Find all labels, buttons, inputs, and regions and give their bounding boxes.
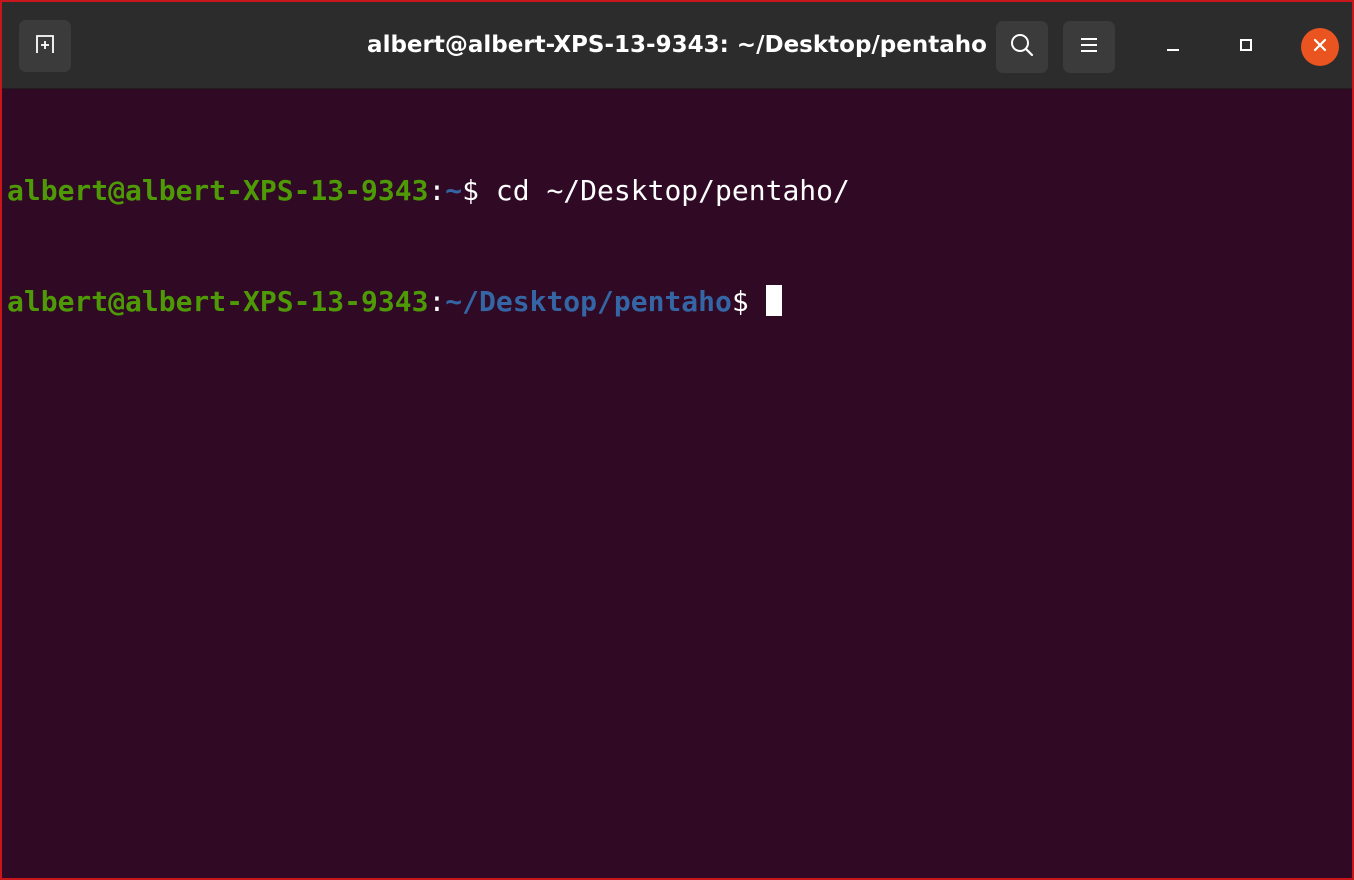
prompt-path: ~	[445, 174, 463, 207]
prompt-user-host: albert@albert-XPS-13-9343	[7, 174, 429, 207]
text-cursor	[765, 285, 782, 316]
new-tab-icon	[33, 32, 57, 61]
prompt-path: ~/Desktop/pentaho	[445, 285, 732, 318]
terminal-line: albert@albert-XPS-13-9343:~$ cd ~/Deskto…	[7, 172, 1347, 209]
maximize-button[interactable]	[1227, 28, 1265, 66]
title-bar[interactable]: albert@albert-XPS-13-9343: ~/Desktop/pen…	[2, 2, 1352, 89]
prompt-user-host: albert@albert-XPS-13-9343	[7, 285, 429, 318]
maximize-icon	[1238, 37, 1254, 58]
command-text	[749, 285, 766, 318]
command-text: cd ~/Desktop/pentaho/	[479, 174, 850, 207]
terminal-line: albert@albert-XPS-13-9343:~/Desktop/pent…	[7, 283, 1347, 320]
prompt-separator: :	[428, 174, 446, 207]
window-title: albert@albert-XPS-13-9343: ~/Desktop/pen…	[367, 32, 987, 58]
minimize-icon	[1165, 37, 1181, 58]
close-icon	[1312, 37, 1328, 58]
new-tab-button[interactable]	[19, 20, 71, 72]
menu-button[interactable]	[1063, 21, 1115, 73]
prompt-symbol: $	[462, 174, 480, 207]
prompt-symbol: $	[731, 285, 749, 318]
search-icon	[1009, 32, 1035, 63]
hamburger-menu-icon	[1078, 35, 1100, 60]
close-button[interactable]	[1301, 28, 1339, 66]
prompt-separator: :	[428, 285, 446, 318]
search-button[interactable]	[996, 21, 1048, 73]
minimize-button[interactable]	[1154, 28, 1192, 66]
terminal-output[interactable]: albert@albert-XPS-13-9343:~$ cd ~/Deskto…	[2, 89, 1347, 878]
terminal-window: albert@albert-XPS-13-9343: ~/Desktop/pen…	[0, 0, 1354, 880]
